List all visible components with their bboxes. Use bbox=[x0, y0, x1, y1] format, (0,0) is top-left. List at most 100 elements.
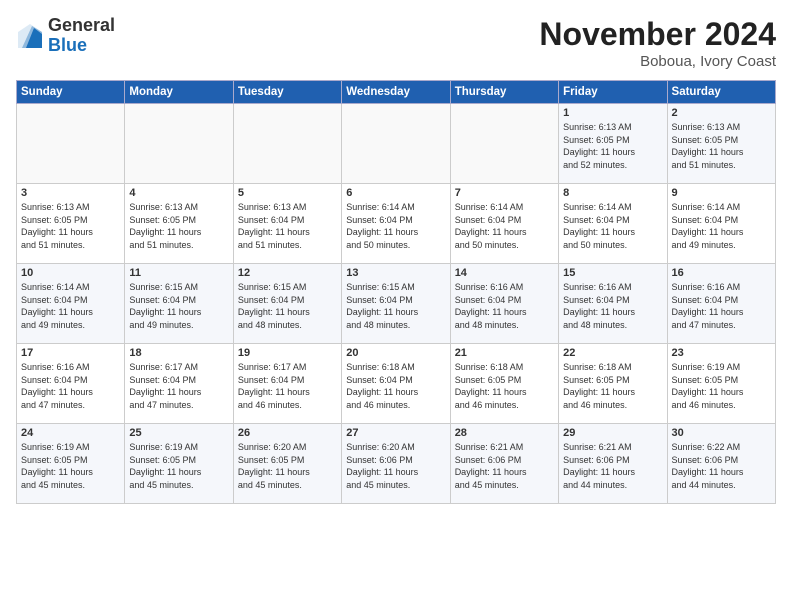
day-info: Sunrise: 6:16 AM Sunset: 6:04 PM Dayligh… bbox=[672, 281, 771, 331]
day-info: Sunrise: 6:14 AM Sunset: 6:04 PM Dayligh… bbox=[346, 201, 445, 251]
logo: General Blue bbox=[16, 16, 115, 56]
day-number: 14 bbox=[455, 267, 554, 279]
day-info: Sunrise: 6:13 AM Sunset: 6:04 PM Dayligh… bbox=[238, 201, 337, 251]
calendar-day-30: 30Sunrise: 6:22 AM Sunset: 6:06 PM Dayli… bbox=[667, 424, 775, 504]
day-info: Sunrise: 6:14 AM Sunset: 6:04 PM Dayligh… bbox=[563, 201, 662, 251]
day-number: 12 bbox=[238, 267, 337, 279]
day-number: 6 bbox=[346, 187, 445, 199]
day-info: Sunrise: 6:21 AM Sunset: 6:06 PM Dayligh… bbox=[563, 441, 662, 491]
calendar-day-22: 22 Sunrise: 6:18 AM Sunset: 6:05 PM Dayli… bbox=[559, 344, 667, 424]
day-info: Sunrise: 6:13 AM Sunset: 6:05 PM Dayligh… bbox=[672, 121, 771, 171]
day-number: 7 bbox=[455, 187, 554, 199]
day-number: 5 bbox=[238, 187, 337, 199]
day-number: 10 bbox=[21, 267, 120, 279]
calendar-day-8: 8 Sunrise: 6:14 AM Sunset: 6:04 PM Daylig… bbox=[559, 184, 667, 264]
calendar-day-4: 4 Sunrise: 6:13 AM Sunset: 6:05 PM Daylig… bbox=[125, 184, 233, 264]
day-number: 3 bbox=[21, 187, 120, 199]
calendar-week-4: 17 Sunrise: 6:16 AM Sunset: 6:04 PM Dayli… bbox=[17, 344, 776, 424]
calendar-day-26: 26 Sunrise: 6:20 AM Sunset: 6:05 PM Dayli… bbox=[233, 424, 341, 504]
day-info: Sunrise: 6:15 AM Sunset: 6:04 PM Dayligh… bbox=[238, 281, 337, 331]
day-number: 11 bbox=[129, 267, 228, 279]
calendar-empty bbox=[17, 104, 125, 184]
weekday-header-friday: Friday bbox=[559, 81, 667, 104]
weekday-header-wednesday: Wednesday bbox=[342, 81, 450, 104]
calendar-day-21: 21 Sunrise: 6:18 AM Sunset: 6:05 PM Dayli… bbox=[450, 344, 558, 424]
calendar-day-25: 25Sunrise: 6:19 AM Sunset: 6:05 PM Dayli… bbox=[125, 424, 233, 504]
day-info: Sunrise: 6:17 AM Sunset: 6:04 PM Dayligh… bbox=[238, 361, 337, 411]
calendar-day-14: 14 Sunrise: 6:16 AM Sunset: 6:04 PM Dayli… bbox=[450, 264, 558, 344]
calendar-week-5: 24 Sunrise: 6:19 AM Sunset: 6:05 PM Dayli… bbox=[17, 424, 776, 504]
day-info: Sunrise: 6:19 AM Sunset: 6:05 PM Dayligh… bbox=[21, 441, 120, 491]
title-area: November 2024 Boboua, Ivory Coast bbox=[539, 16, 776, 70]
day-info: Sunrise: 6:20 AM Sunset: 6:05 PM Dayligh… bbox=[238, 441, 337, 491]
weekday-header-saturday: Saturday bbox=[667, 81, 775, 104]
day-info: Sunrise: 6:18 AM Sunset: 6:05 PM Dayligh… bbox=[455, 361, 554, 411]
calendar-day-1: 1Sunrise: 6:13 AM Sunset: 6:05 PM Daylig… bbox=[559, 104, 667, 184]
day-number: 2 bbox=[672, 107, 771, 119]
weekday-header-row: SundayMondayTuesdayWednesdayThursdayFrid… bbox=[17, 81, 776, 104]
logo-general-text: General bbox=[48, 16, 115, 36]
calendar-day-20: 20 Sunrise: 6:18 AM Sunset: 6:04 PM Dayli… bbox=[342, 344, 450, 424]
day-info: Sunrise: 6:19 AM Sunset: 6:05 PM Dayligh… bbox=[672, 361, 771, 411]
day-info: Sunrise: 6:18 AM Sunset: 6:05 PM Dayligh… bbox=[563, 361, 662, 411]
day-number: 24 bbox=[21, 427, 120, 439]
day-info: Sunrise: 6:19 AM Sunset: 6:05 PM Dayligh… bbox=[129, 441, 228, 491]
calendar-day-13: 13 Sunrise: 6:15 AM Sunset: 6:04 PM Dayli… bbox=[342, 264, 450, 344]
calendar-day-9: 9 Sunrise: 6:14 AM Sunset: 6:04 PM Daylig… bbox=[667, 184, 775, 264]
page-header: General Blue November 2024 Boboua, Ivory… bbox=[16, 16, 776, 70]
calendar-day-17: 17 Sunrise: 6:16 AM Sunset: 6:04 PM Dayli… bbox=[17, 344, 125, 424]
calendar-day-19: 19Sunrise: 6:17 AM Sunset: 6:04 PM Dayli… bbox=[233, 344, 341, 424]
calendar-day-7: 7 Sunrise: 6:14 AM Sunset: 6:04 PM Daylig… bbox=[450, 184, 558, 264]
calendar-empty bbox=[233, 104, 341, 184]
calendar-day-2: 2 Sunrise: 6:13 AM Sunset: 6:05 PM Daylig… bbox=[667, 104, 775, 184]
weekday-header-thursday: Thursday bbox=[450, 81, 558, 104]
day-info: Sunrise: 6:15 AM Sunset: 6:04 PM Dayligh… bbox=[346, 281, 445, 331]
day-number: 21 bbox=[455, 347, 554, 359]
weekday-header-tuesday: Tuesday bbox=[233, 81, 341, 104]
day-info: Sunrise: 6:13 AM Sunset: 6:05 PM Dayligh… bbox=[129, 201, 228, 251]
day-number: 9 bbox=[672, 187, 771, 199]
calendar-empty bbox=[342, 104, 450, 184]
day-info: Sunrise: 6:22 AM Sunset: 6:06 PM Dayligh… bbox=[672, 441, 771, 491]
day-info: Sunrise: 6:13 AM Sunset: 6:05 PM Dayligh… bbox=[563, 121, 662, 171]
day-number: 15 bbox=[563, 267, 662, 279]
day-number: 26 bbox=[238, 427, 337, 439]
weekday-header-sunday: Sunday bbox=[17, 81, 125, 104]
calendar-week-2: 3 Sunrise: 6:13 AM Sunset: 6:05 PM Daylig… bbox=[17, 184, 776, 264]
calendar-empty bbox=[450, 104, 558, 184]
calendar-day-6: 6 Sunrise: 6:14 AM Sunset: 6:04 PM Daylig… bbox=[342, 184, 450, 264]
calendar-day-5: 5 Sunrise: 6:13 AM Sunset: 6:04 PM Daylig… bbox=[233, 184, 341, 264]
day-number: 16 bbox=[672, 267, 771, 279]
logo-icon bbox=[16, 22, 44, 50]
calendar-day-15: 15 Sunrise: 6:16 AM Sunset: 6:04 PM Dayli… bbox=[559, 264, 667, 344]
day-number: 20 bbox=[346, 347, 445, 359]
calendar-week-1: 1Sunrise: 6:13 AM Sunset: 6:05 PM Daylig… bbox=[17, 104, 776, 184]
calendar-day-29: 29 Sunrise: 6:21 AM Sunset: 6:06 PM Dayli… bbox=[559, 424, 667, 504]
day-info: Sunrise: 6:20 AM Sunset: 6:06 PM Dayligh… bbox=[346, 441, 445, 491]
weekday-header-monday: Monday bbox=[125, 81, 233, 104]
day-number: 13 bbox=[346, 267, 445, 279]
day-info: Sunrise: 6:16 AM Sunset: 6:04 PM Dayligh… bbox=[21, 361, 120, 411]
day-number: 17 bbox=[21, 347, 120, 359]
calendar-day-10: 10 Sunrise: 6:14 AM Sunset: 6:04 PM Dayli… bbox=[17, 264, 125, 344]
day-info: Sunrise: 6:18 AM Sunset: 6:04 PM Dayligh… bbox=[346, 361, 445, 411]
day-info: Sunrise: 6:16 AM Sunset: 6:04 PM Dayligh… bbox=[563, 281, 662, 331]
calendar-day-18: 18Sunrise: 6:17 AM Sunset: 6:04 PM Dayli… bbox=[125, 344, 233, 424]
calendar-table: SundayMondayTuesdayWednesdayThursdayFrid… bbox=[16, 80, 776, 504]
day-info: Sunrise: 6:17 AM Sunset: 6:04 PM Dayligh… bbox=[129, 361, 228, 411]
day-number: 8 bbox=[563, 187, 662, 199]
calendar-day-3: 3 Sunrise: 6:13 AM Sunset: 6:05 PM Daylig… bbox=[17, 184, 125, 264]
day-number: 23 bbox=[672, 347, 771, 359]
day-info: Sunrise: 6:14 AM Sunset: 6:04 PM Dayligh… bbox=[21, 281, 120, 331]
day-info: Sunrise: 6:16 AM Sunset: 6:04 PM Dayligh… bbox=[455, 281, 554, 331]
day-number: 4 bbox=[129, 187, 228, 199]
day-info: Sunrise: 6:13 AM Sunset: 6:05 PM Dayligh… bbox=[21, 201, 120, 251]
calendar-day-24: 24 Sunrise: 6:19 AM Sunset: 6:05 PM Dayli… bbox=[17, 424, 125, 504]
day-info: Sunrise: 6:14 AM Sunset: 6:04 PM Dayligh… bbox=[455, 201, 554, 251]
calendar-day-11: 11Sunrise: 6:15 AM Sunset: 6:04 PM Dayli… bbox=[125, 264, 233, 344]
location: Boboua, Ivory Coast bbox=[539, 53, 776, 70]
day-number: 22 bbox=[563, 347, 662, 359]
day-number: 29 bbox=[563, 427, 662, 439]
day-info: Sunrise: 6:14 AM Sunset: 6:04 PM Dayligh… bbox=[672, 201, 771, 251]
month-title: November 2024 bbox=[539, 16, 776, 53]
